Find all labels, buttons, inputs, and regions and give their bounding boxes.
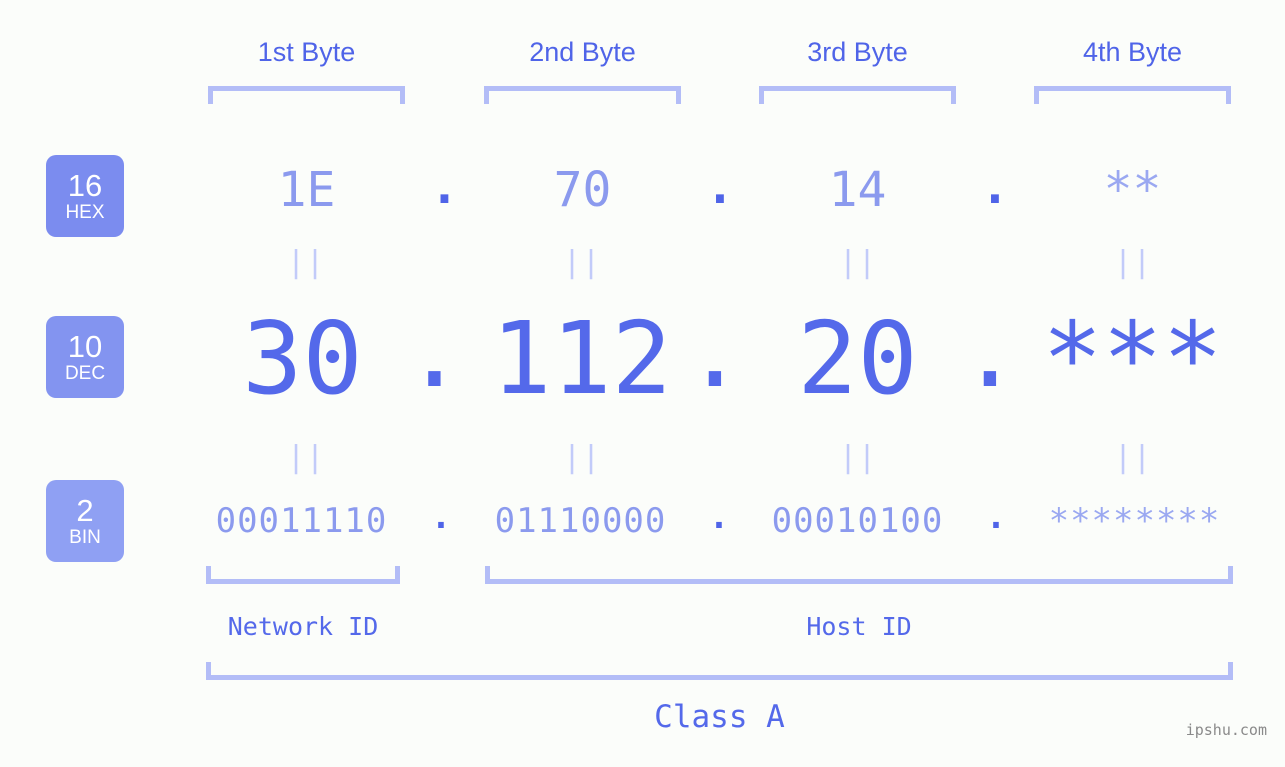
byte-bracket-1 — [208, 86, 405, 104]
hex-separator-2: . — [705, 159, 735, 215]
byte-bracket-2 — [484, 86, 681, 104]
watermark: ipshu.com — [1185, 721, 1267, 739]
ip-address-breakdown-diagram: 1st Byte 2nd Byte 3rd Byte 4th Byte 16 H… — [0, 0, 1285, 767]
class-label: Class A — [654, 699, 785, 735]
byte-bracket-4 — [1034, 86, 1231, 104]
dec-separator-3: . — [959, 293, 1021, 410]
dec-byte-2: 112 — [491, 300, 672, 417]
bin-separator-2: . — [708, 497, 730, 537]
equals-mark-dec-bin-2: || — [562, 440, 602, 475]
bin-separator-3: . — [985, 497, 1007, 537]
bin-row: 00011110 . 01110000 . 00010100 . *******… — [0, 492, 1285, 550]
dec-separator-2: . — [684, 293, 746, 410]
bin-byte-4: ******** — [1048, 501, 1221, 541]
dec-byte-4: *** — [1042, 300, 1223, 417]
byte-bracket-3 — [759, 86, 956, 104]
equals-mark-dec-bin-3: || — [838, 440, 878, 475]
hex-byte-3: 14 — [828, 162, 887, 218]
hex-byte-2: 70 — [553, 162, 612, 218]
dec-row: 30 . 112 . 20 . *** — [0, 300, 1285, 418]
bin-separator-1: . — [430, 497, 452, 537]
network-id-bracket — [206, 566, 400, 584]
hex-row: 1E . 70 . 14 . ** — [0, 152, 1285, 228]
hex-separator-3: . — [980, 159, 1010, 215]
hex-separator-1: . — [430, 159, 459, 215]
equals-mark-hex-dec-1: || — [286, 245, 326, 280]
dec-byte-1: 30 — [242, 300, 363, 417]
equals-mark-hex-dec-2: || — [562, 245, 602, 280]
equals-mark-hex-dec-4: || — [1113, 245, 1153, 280]
byte-header-3: 3rd Byte — [807, 37, 908, 67]
equals-mark-hex-dec-3: || — [838, 245, 878, 280]
bin-byte-1: 00011110 — [215, 501, 388, 541]
host-id-bracket — [485, 566, 1233, 584]
byte-header-2: 2nd Byte — [529, 37, 636, 67]
network-id-label: Network ID — [227, 612, 379, 641]
bin-byte-3: 00010100 — [771, 501, 944, 541]
equals-mark-dec-bin-1: || — [286, 440, 326, 475]
byte-header-4: 4th Byte — [1082, 37, 1183, 67]
hex-byte-4: ** — [1103, 162, 1162, 218]
class-bracket — [206, 662, 1233, 680]
host-id-label: Host ID — [806, 612, 912, 641]
dec-byte-3: 20 — [797, 300, 918, 417]
equals-mark-dec-bin-4: || — [1113, 440, 1153, 475]
byte-header-1: 1st Byte — [257, 37, 356, 67]
dec-separator-1: . — [404, 293, 465, 410]
hex-byte-1: 1E — [277, 162, 336, 218]
bin-byte-2: 01110000 — [494, 501, 667, 541]
